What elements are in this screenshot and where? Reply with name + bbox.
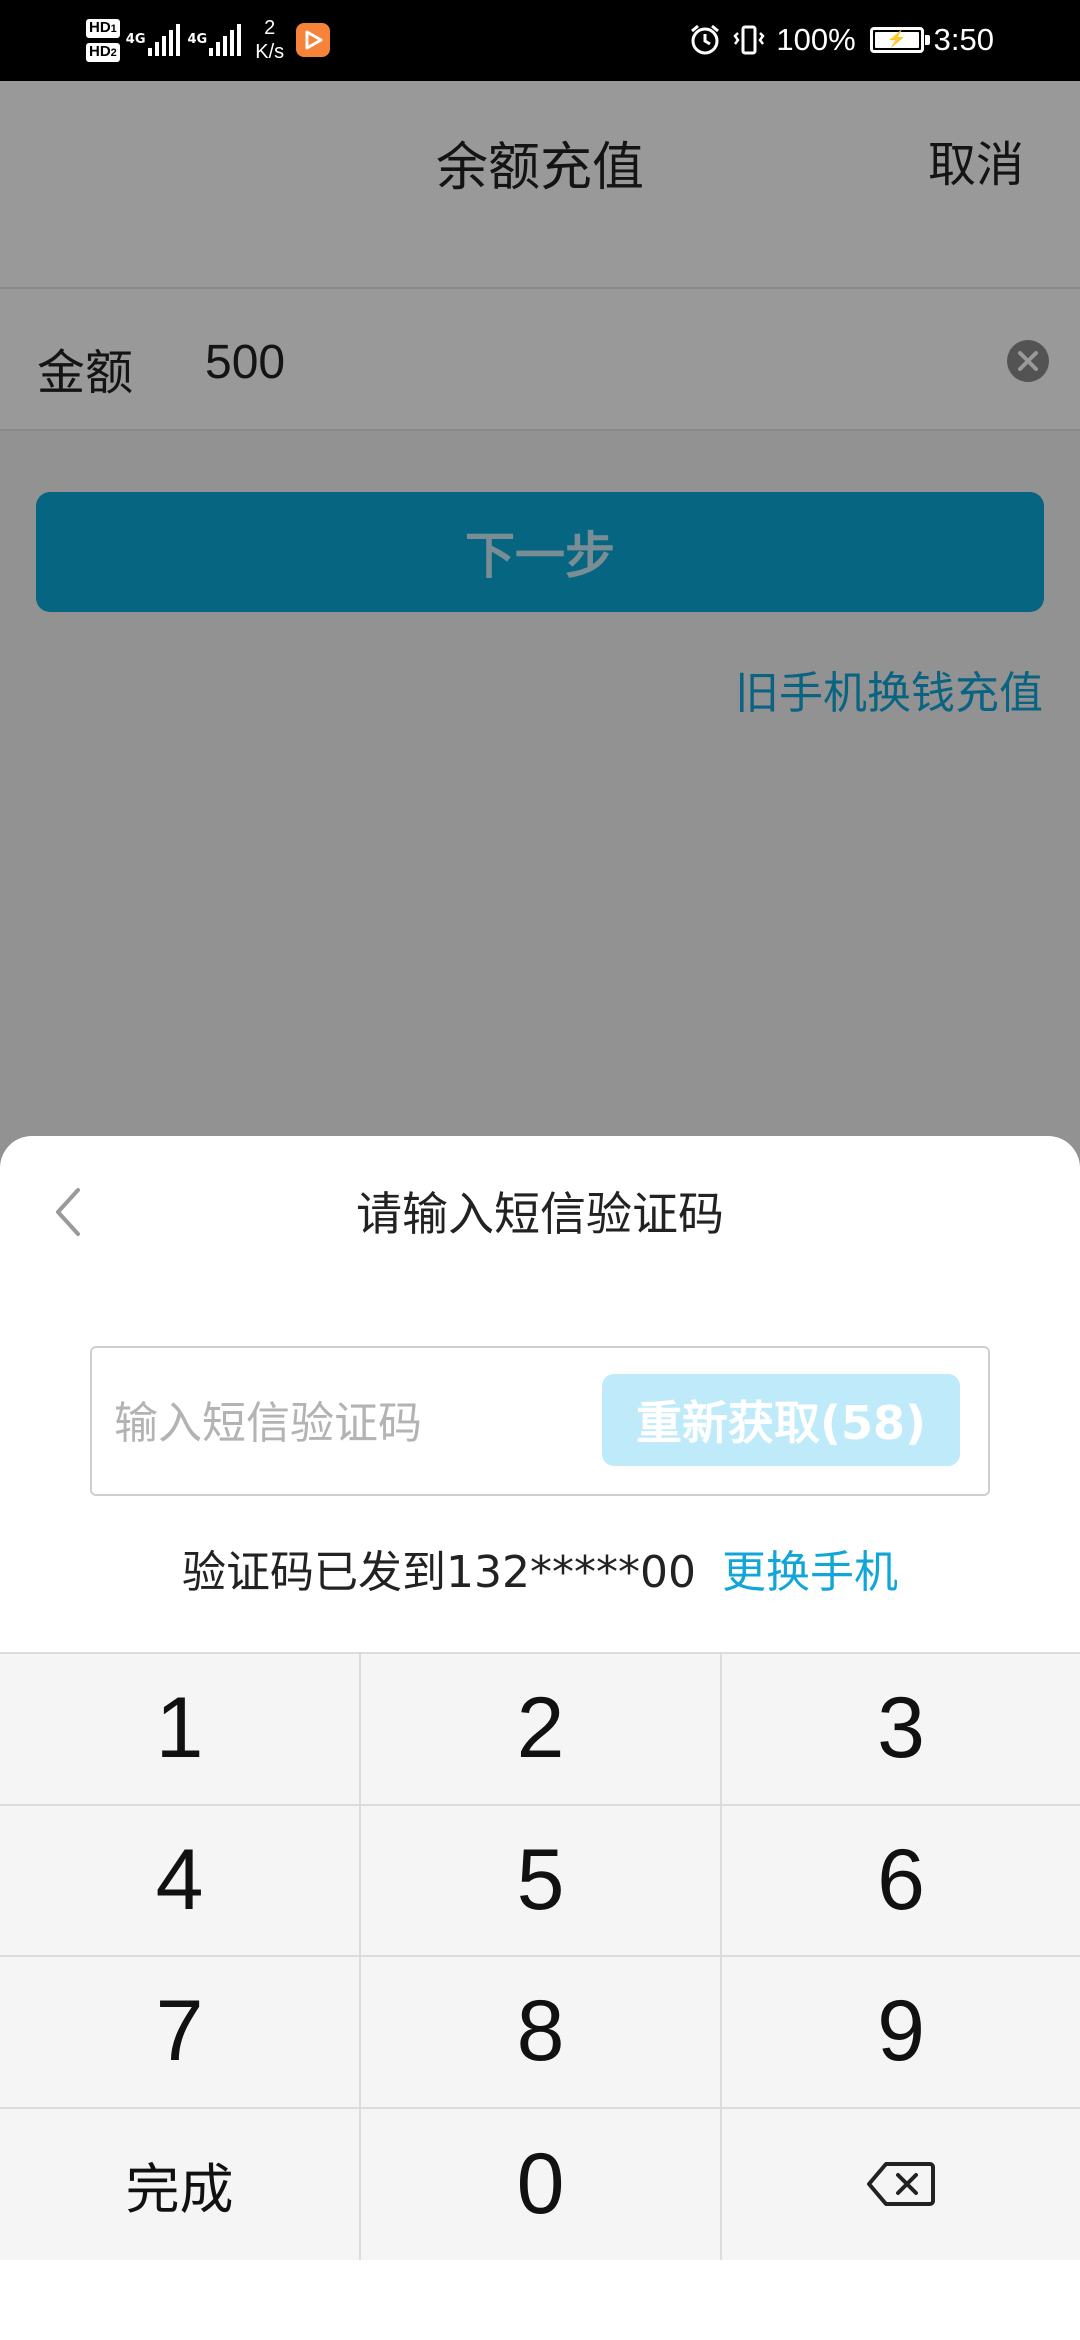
code-sent-line: 验证码已发到132*****00 更换手机 <box>0 1536 1080 1600</box>
hd-indicators: HD1 HD2 <box>86 18 120 62</box>
charging-bolt-icon: ⚡ <box>886 31 907 48</box>
key-4[interactable]: 4 <box>0 1805 361 1957</box>
sim1-network-label: 4G <box>125 32 146 47</box>
numeric-keypad: 1 2 3 4 5 6 7 8 9 完成 0 <box>0 1652 1080 2260</box>
hd1-text: HD <box>89 18 111 36</box>
app-notification-icon <box>296 23 331 57</box>
play-icon <box>305 30 323 50</box>
status-bar-right: 100% ⚡ 3:50 <box>688 8 994 72</box>
key-7[interactable]: 7 <box>0 1957 361 2109</box>
backspace-icon <box>867 2162 935 2207</box>
signal-sim2: 4G <box>188 24 242 56</box>
status-bar-left: HD1 HD2 4G 4G 2 K/s <box>86 8 331 72</box>
battery-percent: 100% <box>776 22 856 57</box>
hd2-text: HD <box>89 42 111 60</box>
hd-badge-1: HD1 <box>86 18 120 38</box>
change-phone-link[interactable]: 更换手机 <box>722 1536 898 1600</box>
key-done[interactable]: 完成 <box>0 2108 361 2260</box>
sim2-network-label: 4G <box>187 32 208 47</box>
key-backspace[interactable] <box>722 2109 1080 2261</box>
clock-time: 3:50 <box>933 22 994 57</box>
key-6[interactable]: 6 <box>722 1806 1080 1957</box>
status-bar: HD1 HD2 4G 4G 2 K/s 100% ⚡ 3:50 <box>0 0 1080 81</box>
code-sent-text: 验证码已发到132*****00 <box>182 1547 696 1598</box>
key-1[interactable]: 1 <box>0 1654 361 1806</box>
key-2[interactable]: 2 <box>361 1654 722 1806</box>
key-8[interactable]: 8 <box>361 1957 722 2109</box>
key-0[interactable]: 0 <box>361 2108 722 2260</box>
key-5[interactable]: 5 <box>361 1805 722 1957</box>
network-speed: 2 K/s <box>255 16 284 64</box>
battery-icon: ⚡ <box>869 27 930 53</box>
signal-sim1: 4G <box>126 24 180 56</box>
alarm-icon <box>691 24 720 55</box>
sms-code-input[interactable] <box>112 1388 586 1458</box>
hd2-sub: 2 <box>110 46 117 59</box>
key-9[interactable]: 9 <box>722 1957 1080 2109</box>
hd1-sub: 1 <box>110 22 117 35</box>
signal-bars-icon <box>209 24 242 56</box>
sms-code-box: 重新获取(58) <box>90 1346 990 1496</box>
resend-code-button[interactable]: 重新获取(58) <box>602 1374 960 1466</box>
vibrate-icon <box>733 25 766 55</box>
signal-bars-icon <box>147 24 180 56</box>
hd-badge-2: HD2 <box>86 42 120 62</box>
network-speed-unit: K/s <box>255 41 285 63</box>
sheet-title: 请输入短信验证码 <box>356 1187 724 1241</box>
key-3[interactable]: 3 <box>722 1654 1080 1806</box>
network-speed-value: 2 <box>264 17 276 39</box>
